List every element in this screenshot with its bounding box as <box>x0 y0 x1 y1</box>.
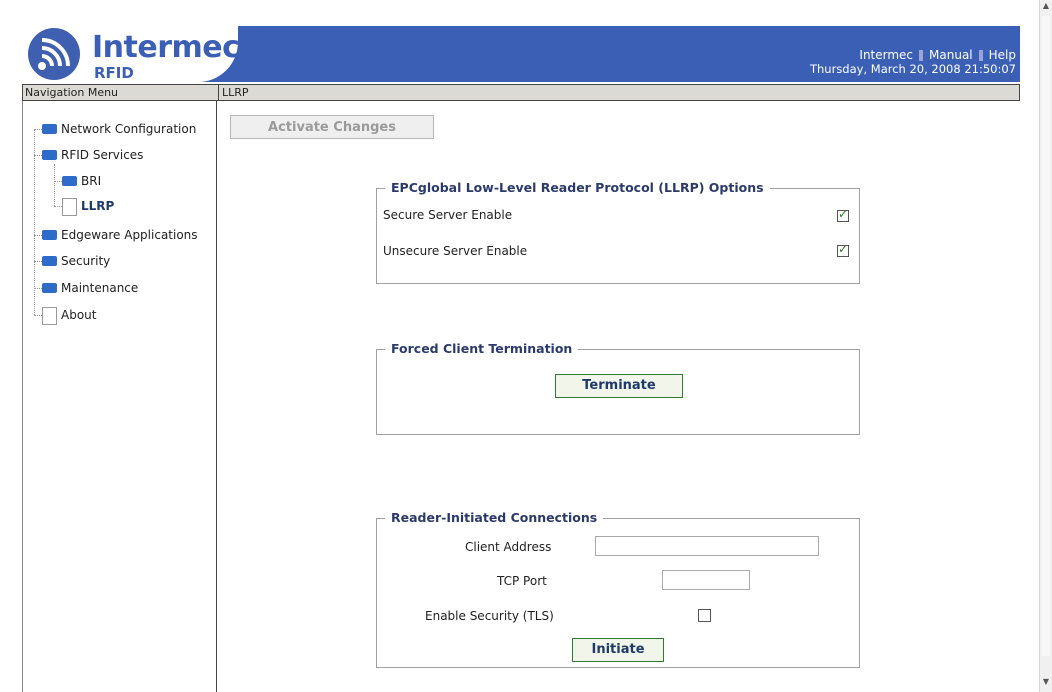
reader-initiated-group: Reader-Initiated Connections Client Addr… <box>376 510 860 668</box>
folder-icon <box>42 149 57 160</box>
link-separator <box>978 50 983 61</box>
title-bar: Navigation Menu LLRP <box>22 84 1020 101</box>
forced-termination-legend: Forced Client Termination <box>385 341 579 356</box>
tree-line <box>54 181 62 182</box>
nav-item-label: Security <box>61 254 111 268</box>
main-content: Activate Changes EPCglobal Low-Level Rea… <box>216 101 1020 692</box>
nav-item-label: BRI <box>81 174 102 188</box>
activate-changes-button[interactable]: Activate Changes <box>230 115 434 139</box>
folder-icon <box>42 229 57 240</box>
nav-item-label: LLRP <box>81 199 115 213</box>
folder-icon <box>62 175 77 186</box>
tree-line <box>34 155 42 156</box>
terminate-button[interactable]: Terminate <box>555 374 683 398</box>
link-help[interactable]: Help <box>989 48 1016 62</box>
folder-icon <box>42 255 57 266</box>
folder-icon <box>42 123 57 134</box>
nav-title: Navigation Menu <box>23 85 219 100</box>
page-icon <box>62 197 77 216</box>
logo: Intermec RFID <box>22 26 240 82</box>
tree-line <box>34 261 42 262</box>
llrp-options-group: EPCglobal Low-Level Reader Protocol (LLR… <box>376 180 860 284</box>
tree-line <box>34 129 42 130</box>
client-address-label: Client Address <box>465 540 552 554</box>
llrp-options-legend: EPCglobal Low-Level Reader Protocol (LLR… <box>385 180 770 195</box>
unsecure-server-label: Unsecure Server Enable <box>383 244 528 258</box>
tree-line <box>34 288 42 289</box>
client-address-input[interactable] <box>595 536 819 556</box>
nav-item-about[interactable]: About <box>42 306 97 325</box>
nav-item-security[interactable]: Security <box>42 252 110 270</box>
secure-server-checkbox[interactable] <box>837 207 849 222</box>
navigation-menu: Network Configuration RFID Services BRI … <box>22 101 217 692</box>
link-intermec[interactable]: Intermec <box>859 48 913 62</box>
unsecure-server-checkbox[interactable] <box>837 242 849 257</box>
secure-server-label: Secure Server Enable <box>383 208 513 222</box>
forced-termination-group: Forced Client Termination Terminate <box>376 341 860 435</box>
nav-item-network-configuration[interactable]: Network Configuration <box>42 120 196 138</box>
link-manual[interactable]: Manual <box>929 48 973 62</box>
nav-item-edgeware-applications[interactable]: Edgeware Applications <box>42 226 198 244</box>
tree-line <box>54 206 62 207</box>
rfid-waves-icon <box>28 28 80 80</box>
browser-content: Intermec RFID Intermec Manual Help Thursda… <box>0 0 1040 692</box>
tls-checkbox[interactable] <box>698 609 711 622</box>
scroll-down-arrow-icon[interactable]: ▼ <box>1041 676 1051 688</box>
page-title: LLRP <box>222 86 249 99</box>
nav-item-label: Network Configuration <box>61 122 197 136</box>
nav-item-label: Maintenance <box>61 281 139 295</box>
tcp-port-label: TCP Port <box>497 574 547 588</box>
header-datetime: Thursday, March 20, 2008 21:50:07 <box>809 62 1016 76</box>
initiate-button[interactable]: Initiate <box>572 638 664 662</box>
header-links: Intermec Manual Help <box>853 48 1016 62</box>
nav-item-label: About <box>61 308 97 322</box>
tls-label: Enable Security (TLS) <box>425 609 554 623</box>
nav-item-label: Edgeware Applications <box>61 228 198 242</box>
nav-item-rfid-services[interactable]: RFID Services <box>42 146 143 164</box>
page-icon <box>42 306 57 325</box>
nav-item-maintenance[interactable]: Maintenance <box>42 279 138 297</box>
tcp-port-input[interactable] <box>662 570 750 590</box>
brand-sub: RFID <box>94 64 134 82</box>
scroll-thumb[interactable] <box>1042 16 1050 656</box>
reader-initiated-legend: Reader-Initiated Connections <box>385 510 604 525</box>
nav-item-label: RFID Services <box>61 148 144 162</box>
tree-line <box>34 235 42 236</box>
vertical-scrollbar[interactable]: ▲ ▼ <box>1039 0 1052 692</box>
scroll-up-arrow-icon[interactable]: ▲ <box>1041 0 1051 12</box>
app-header: Intermec RFID Intermec Manual Help Thursda… <box>22 26 1020 82</box>
link-separator <box>919 50 924 61</box>
folder-icon <box>42 282 57 293</box>
tree-line <box>54 164 55 206</box>
nav-item-bri[interactable]: BRI <box>62 172 101 190</box>
tree-line <box>34 315 42 316</box>
brand-name: Intermec <box>92 30 240 65</box>
nav-item-llrp[interactable]: LLRP <box>62 197 115 216</box>
